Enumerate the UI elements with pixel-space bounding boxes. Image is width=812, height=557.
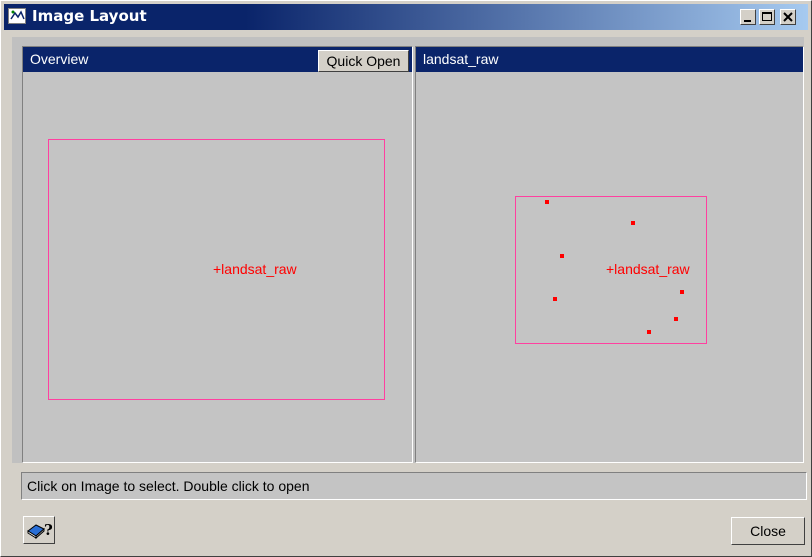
detail-image-label: +landsat_raw xyxy=(606,261,690,277)
detail-canvas[interactable]: +landsat_raw xyxy=(416,73,803,462)
maximize-button[interactable] xyxy=(759,9,775,25)
app-layout-icon xyxy=(8,8,26,24)
close-window-button[interactable] xyxy=(780,9,796,25)
overview-canvas[interactable]: +landsat_raw xyxy=(23,73,412,462)
overview-title: Overview xyxy=(30,51,89,67)
image-layout-window: Image Layout Overview Quick Open +landsa… xyxy=(0,0,812,557)
maximize-icon xyxy=(762,12,772,21)
help-button[interactable]: ? xyxy=(23,516,55,544)
overview-panel: Overview Quick Open +landsat_raw xyxy=(22,46,413,463)
control-point xyxy=(680,290,684,294)
detail-title: landsat_raw xyxy=(423,51,499,67)
detail-header: landsat_raw xyxy=(416,47,803,72)
overview-image-label: +landsat_raw xyxy=(213,261,297,277)
detail-panel: landsat_raw +landsat_raw xyxy=(415,46,804,463)
minimize-icon xyxy=(744,20,751,22)
title-bar[interactable]: Image Layout xyxy=(4,4,808,30)
svg-text:?: ? xyxy=(44,521,53,539)
close-button[interactable]: Close xyxy=(731,517,805,545)
status-text: Click on Image to select. Double click t… xyxy=(27,478,310,494)
window-title: Image Layout xyxy=(32,7,147,25)
status-bar: Click on Image to select. Double click t… xyxy=(21,472,807,500)
control-point xyxy=(560,254,564,258)
quick-open-button[interactable]: Quick Open xyxy=(318,50,409,72)
close-icon xyxy=(783,12,793,22)
control-point xyxy=(545,200,549,204)
minimize-button[interactable] xyxy=(740,9,756,25)
layout-content: Overview Quick Open +landsat_raw landsat… xyxy=(12,37,804,463)
control-point xyxy=(631,221,635,225)
help-book-icon: ? xyxy=(27,521,53,540)
control-point xyxy=(553,297,557,301)
control-point xyxy=(674,317,678,321)
control-point xyxy=(647,330,651,334)
overview-header: Overview Quick Open xyxy=(23,47,412,72)
